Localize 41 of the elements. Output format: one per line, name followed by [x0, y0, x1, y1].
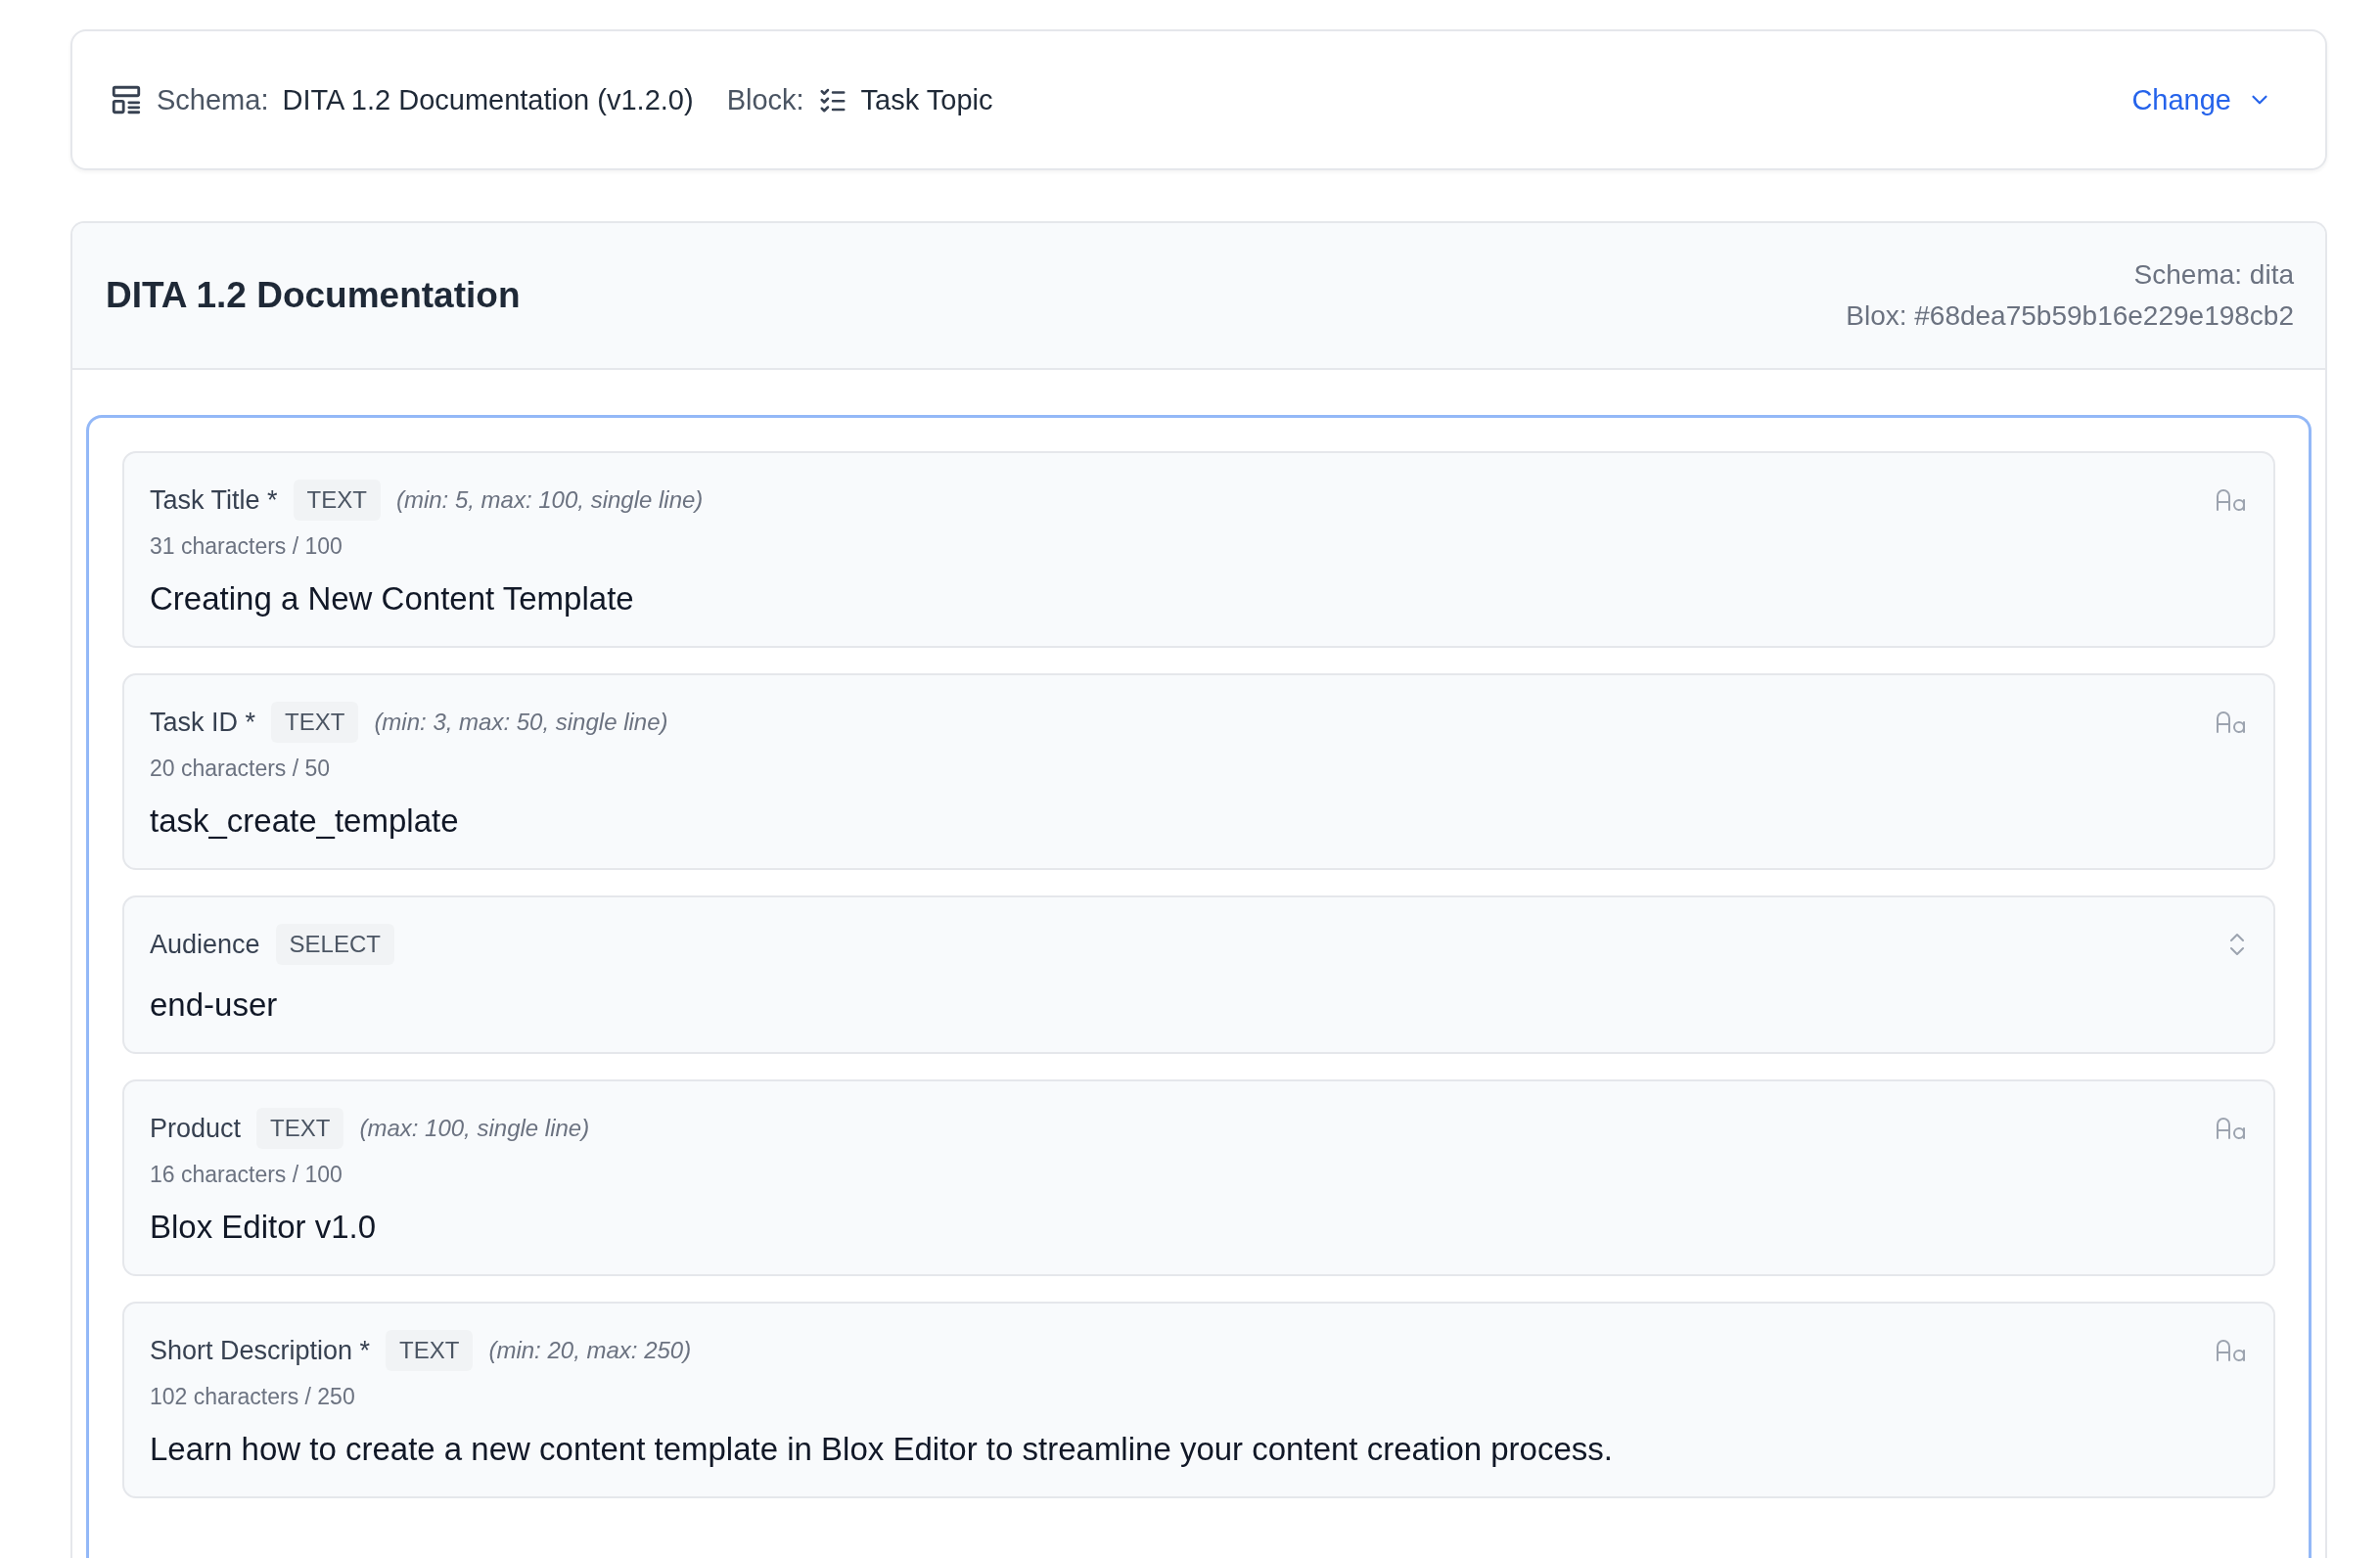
field-constraints: (min: 5, max: 100, single line): [395, 486, 704, 514]
field-label: Task Title *: [150, 484, 278, 516]
form-field[interactable]: Short Description * TEXT (min: 20, max: 250) 102 characters / 250 Learn how to create a new content template in Blox Editor to streamline your content creation process.: [122, 1302, 2275, 1498]
form-field[interactable]: Product TEXT (max: 100, single line) 16 characters / 100 Blox Editor v1.0: [122, 1079, 2275, 1276]
text-type-icon: [2215, 1337, 2248, 1364]
block-label: Block:: [726, 83, 804, 116]
field-value: Blox Editor v1.0: [150, 1208, 378, 1247]
character-count: 102 characters / 250: [150, 1384, 356, 1410]
field-value: end-user: [150, 985, 279, 1025]
type-tag: TEXT: [293, 480, 381, 521]
type-tag: SELECT: [275, 924, 394, 965]
type-tag: TEXT: [386, 1330, 474, 1371]
character-count: 31 characters / 100: [150, 533, 343, 560]
field-label: Audience: [150, 929, 260, 960]
character-count: 16 characters / 100: [150, 1162, 343, 1188]
blox-id: Blox: #68dea75b59b16e229e198cb2: [1846, 299, 2294, 333]
field-value: task_create_template: [150, 802, 460, 841]
schema-label: Schema:: [157, 83, 269, 116]
panel-title: DITA 1.2 Documentation: [106, 275, 521, 316]
text-type-icon: [2215, 1115, 2248, 1142]
block-name: Task Topic: [860, 83, 993, 116]
text-type-icon: [2215, 486, 2248, 514]
field-label: Task ID *: [150, 707, 256, 738]
field-constraints: (max: 100, single line): [359, 1115, 590, 1142]
field-value: Creating a New Content Template: [150, 579, 635, 619]
form-field[interactable]: Audience SELECT end-user: [122, 895, 2275, 1054]
field-constraints: (min: 20, max: 250): [488, 1337, 692, 1364]
form-field[interactable]: Task ID * TEXT (min: 3, max: 50, single line) 20 characters / 50 task_create_template: [122, 673, 2275, 870]
type-tag: TEXT: [256, 1108, 344, 1149]
character-count: 20 characters / 50: [150, 756, 332, 782]
type-tag: TEXT: [271, 702, 359, 743]
field-constraints: (min: 3, max: 50, single line): [374, 709, 668, 736]
change-button[interactable]: Change: [2131, 79, 2272, 120]
field-label: Product: [150, 1113, 242, 1144]
schema-name: DITA 1.2 Documentation (v1.2.0): [282, 83, 694, 116]
field-label: Short Description *: [150, 1335, 371, 1366]
form-field[interactable]: Task Title * TEXT (min: 5, max: 100, single line) 31 characters / 100 Creating a New Content Template: [122, 451, 2275, 648]
text-type-icon: [2215, 709, 2248, 736]
layout-icon: [110, 83, 143, 116]
field-value: Learn how to create a new content template in Blox Editor to streamline your content creation process.: [150, 1430, 1614, 1469]
schema-info: Schema: dita: [2132, 258, 2294, 292]
